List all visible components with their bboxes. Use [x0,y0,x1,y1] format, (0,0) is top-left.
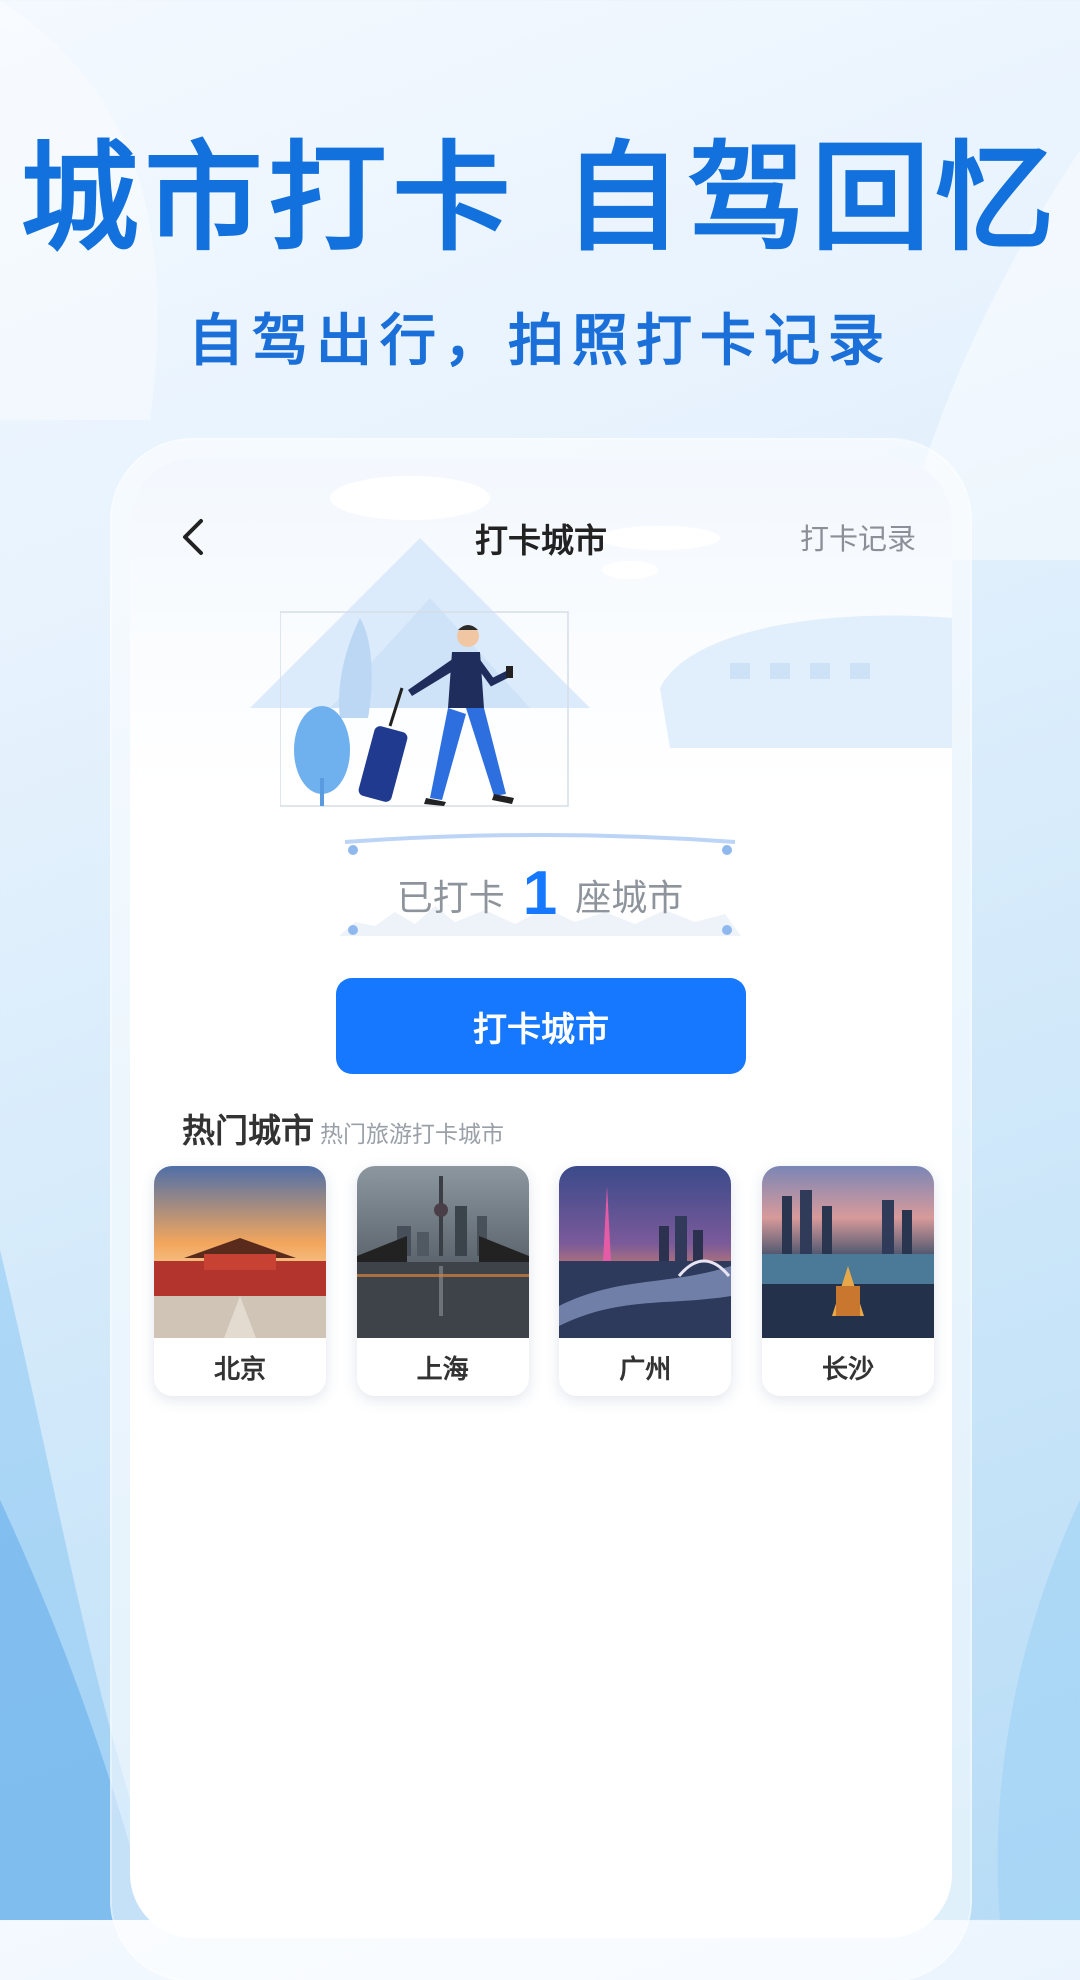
traveler-illustration [280,611,569,807]
counter-number: 1 [522,859,558,928]
nav-bar: 打卡城市 打卡记录 [130,458,952,608]
checkin-records-link[interactable]: 打卡记录 [800,516,916,558]
city-card-shanghai[interactable]: 上海 [356,1166,529,1396]
promo-subtitle: 自驾出行，拍照打卡记录 [188,309,892,374]
hot-cities-subtitle: 热门旅游打卡城市 [320,1122,504,1148]
promo-title: 城市打卡 自驾回忆 [20,129,1060,267]
counter-prefix: 已打卡 [396,878,505,919]
hot-city-list: 北京 上海 广州 长沙 [154,1166,934,1406]
city-name: 北京 [213,1354,266,1385]
changsha-photo [761,1166,934,1338]
city-card-changsha[interactable]: 长沙 [761,1166,934,1396]
city-card-beijing[interactable]: 北京 [154,1166,326,1396]
checkin-counter: 已打卡 1 座城市 [335,826,745,946]
guangzhou-photo [559,1166,732,1338]
app-screen: 打卡城市 打卡记录 已打卡 1 座城市 打卡城市 热门城市 热门旅游打卡城市 北… [130,458,952,1938]
city-name: 上海 [416,1354,469,1385]
counter-text: 已打卡 1 座城市 [335,854,745,928]
checkin-city-button[interactable]: 打卡城市 [336,978,746,1074]
city-name: 长沙 [821,1354,874,1385]
hot-cities-header: 热门城市 热门旅游打卡城市 [182,1104,942,1154]
beijing-photo [154,1166,326,1338]
city-card-guangzhou[interactable]: 广州 [559,1166,732,1396]
hot-cities-title: 热门城市 [182,1111,314,1150]
city-name: 广州 [619,1354,672,1385]
counter-suffix: 座城市 [575,878,684,919]
shanghai-photo [356,1166,529,1338]
